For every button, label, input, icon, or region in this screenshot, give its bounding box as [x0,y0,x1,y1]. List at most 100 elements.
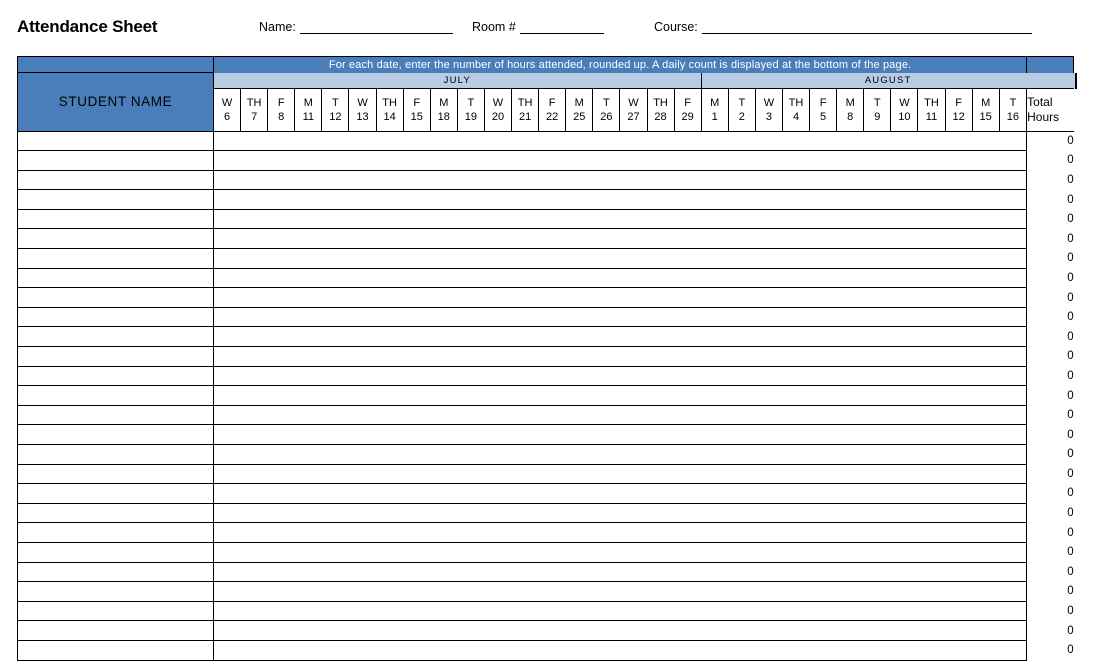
attendance-hours-cells[interactable] [213,366,1028,387]
student-name-cell[interactable] [17,189,214,210]
attendance-hours-cells[interactable] [213,620,1028,641]
table-body: 0 0 0 0 0 0 0 0 0 0 0 0 0 0 0 0 0 0 0 0 0 0 0 0 0 0 0 [17,131,1077,661]
student-name-cell[interactable] [17,620,214,641]
student-name-cell[interactable] [17,150,214,171]
attendance-hours-cells[interactable] [213,131,1028,152]
date-number: 15 [410,110,423,123]
attendance-hours-cells[interactable] [213,522,1028,543]
date-column-header: TH 21 [511,87,540,132]
attendance-hours-cells[interactable] [213,601,1028,622]
student-name-cell[interactable] [17,326,214,348]
name-input[interactable] [299,20,453,34]
attendance-hours-cells[interactable] [213,209,1028,230]
date-weekday: F [413,96,421,109]
student-name-cell[interactable] [17,483,214,504]
attendance-hours-cells[interactable] [213,483,1028,504]
date-number: 29 [681,110,694,123]
attendance-hours-cells[interactable] [213,385,1028,406]
date-column-header: W 10 [890,87,919,132]
student-name-cell[interactable] [17,228,214,250]
student-name-cell[interactable] [17,503,214,524]
student-name-cell[interactable] [17,307,214,328]
room-input[interactable] [519,20,604,34]
course-input[interactable] [701,20,1032,34]
attendance-hours-cells[interactable] [213,542,1028,563]
header-corner-top [1026,56,1075,73]
attendance-hours-cells[interactable] [213,503,1028,524]
student-name-cell[interactable] [17,346,214,367]
student-name-cell[interactable] [17,601,214,622]
student-name-cell[interactable] [17,581,214,602]
row-total-hours: 0 [1067,271,1074,284]
attendance-hours-cells[interactable] [213,581,1028,602]
row-total-hours: 0 [1067,154,1074,167]
table-row: 0 [17,620,1077,641]
date-number: 5 [820,110,827,123]
total-hours-column-header: Total Hours [1026,87,1074,132]
date-column-header: F5 [809,87,838,132]
student-name-cell[interactable] [17,405,214,426]
attendance-hours-cells[interactable] [213,248,1028,269]
student-name-cell[interactable] [17,209,214,230]
date-column-header: W 13 [348,87,377,132]
row-total-hours: 0 [1067,624,1074,637]
row-total-hours: 0 [1067,487,1074,500]
month-header-august: AUGUST [701,72,1076,88]
attendance-hours-cells[interactable] [213,346,1028,367]
date-weekday: T [467,96,475,109]
attendance-hours-cells[interactable] [213,287,1028,308]
student-name-cell[interactable] [17,170,214,191]
student-name-column-header: STUDENT NAME [17,72,214,132]
date-weekday: M [574,96,584,109]
student-name-cell[interactable] [17,366,214,387]
date-weekday: TH [246,96,262,109]
row-total-hours: 0 [1067,409,1074,422]
instruction-row: For each date, enter the number of hours… [17,56,1077,73]
student-name-cell[interactable] [17,444,214,465]
attendance-hours-cells[interactable] [213,405,1028,426]
attendance-hours-cells[interactable] [213,464,1028,485]
table-row: 0 [17,601,1077,622]
student-name-cell[interactable] [17,640,214,661]
date-weekday: T [602,96,610,109]
date-number: 7 [251,110,258,123]
attendance-hours-cells[interactable] [213,444,1028,465]
row-total-hours: 0 [1067,213,1074,226]
row-total-hours: 0 [1067,291,1074,304]
student-name-cell[interactable] [17,464,214,485]
row-total-hours: 0 [1067,526,1074,539]
student-name-cell[interactable] [17,522,214,543]
student-name-cell[interactable] [17,248,214,269]
row-total-hours: 0 [1067,369,1074,382]
date-column-header: T 19 [456,87,485,132]
table-row: 0 [17,248,1077,269]
attendance-hours-cells[interactable] [213,307,1028,328]
student-name-cell[interactable] [17,268,214,289]
date-column-header: W 27 [619,87,648,132]
attendance-hours-cells[interactable] [213,170,1028,191]
student-name-cell[interactable] [17,385,214,406]
attendance-hours-cells[interactable] [213,424,1028,445]
page-header: Attendance Sheet Name: Room # Course: [0,0,1104,50]
room-field-label: Room # [472,20,516,34]
attendance-hours-cells[interactable] [213,562,1028,583]
attendance-hours-cells[interactable] [213,228,1028,250]
header-blank-left [17,56,214,73]
date-number: 4 [792,110,800,123]
student-name-cell[interactable] [17,424,214,445]
student-name-cell[interactable] [17,287,214,308]
student-name-cell[interactable] [17,542,214,563]
attendance-hours-cells[interactable] [213,640,1028,661]
student-name-cell[interactable] [17,131,214,152]
student-name-cell[interactable] [17,562,214,583]
date-weekday: M [981,96,991,109]
date-weekday: F [548,96,556,109]
date-column-header: M 25 [565,87,594,132]
date-number: 21 [518,110,532,123]
table-row: 0 [17,522,1077,543]
attendance-hours-cells[interactable] [213,189,1028,210]
attendance-hours-cells[interactable] [213,150,1028,171]
attendance-hours-cells[interactable] [213,326,1028,348]
date-weekday: TH [382,96,397,109]
attendance-hours-cells[interactable] [213,268,1028,289]
